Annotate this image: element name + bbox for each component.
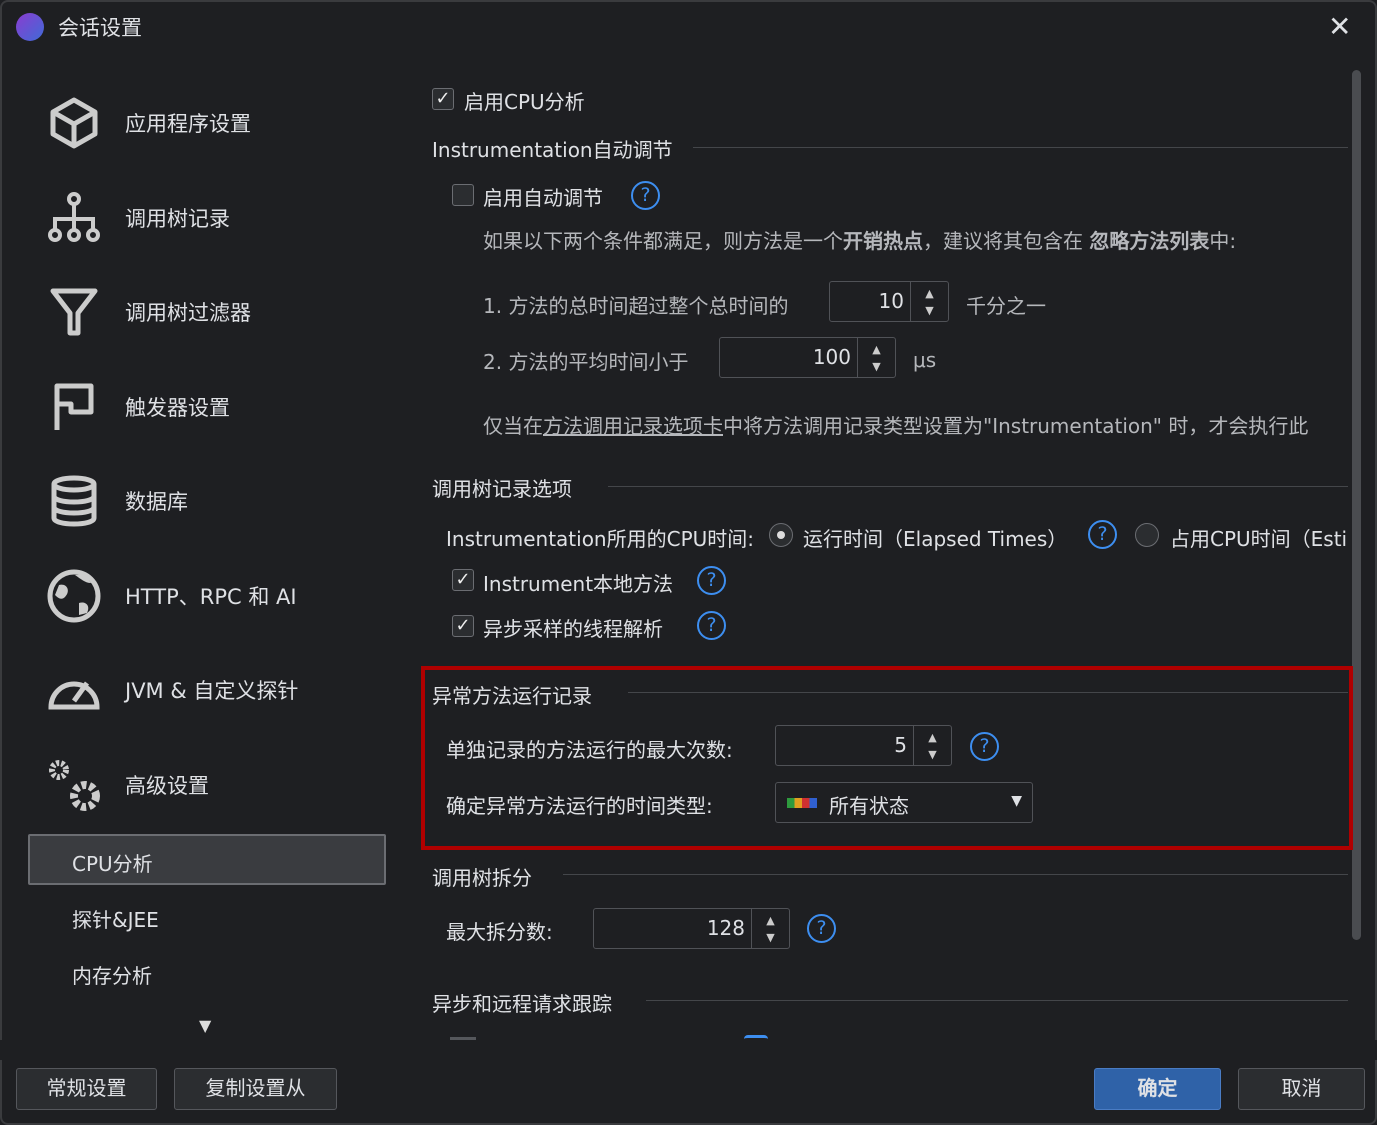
- sidebar-item-label: JVM & 自定义探针: [125, 679, 299, 703]
- sidebar-item-triggers[interactable]: 触发器设置: [45, 378, 230, 436]
- scrollbar[interactable]: [1352, 70, 1361, 940]
- thread-states-icon: [787, 798, 817, 808]
- sidebar-item-label: 高级设置: [125, 774, 209, 798]
- help-icon[interactable]: ?: [631, 181, 660, 210]
- sidebar-item-jvm-probes[interactable]: JVM & 自定义探针: [45, 661, 298, 719]
- elapsed-times-label: 运行时间（Elapsed Times）: [803, 527, 1068, 551]
- chevron-down-icon: ▼: [1011, 793, 1022, 809]
- instrumentation-note: 仅当在方法调用记录选项卡中将方法调用记录类型设置为"Instrumentatio…: [483, 414, 1309, 438]
- condition-1-unit: 千分之一: [966, 294, 1046, 318]
- sidebar-item-label: 调用树记录: [125, 207, 230, 231]
- sidebar-item-call-tree-recording[interactable]: 调用树记录: [45, 189, 230, 247]
- cpu-time-radio[interactable]: [1135, 523, 1159, 547]
- gauge-icon: [48, 681, 100, 710]
- section-call-tree-options: 调用树记录选项: [432, 477, 572, 501]
- sidebar-item-app-settings[interactable]: 应用程序设置: [45, 94, 251, 152]
- section-outlier-recording: 异常方法运行记录: [432, 684, 592, 708]
- instrument-native-checkbox[interactable]: ✓: [452, 569, 474, 591]
- flag-icon: [54, 383, 94, 430]
- scroll-down-icon[interactable]: ▼: [199, 1016, 211, 1035]
- auto-tune-description: 如果以下两个条件都满足，则方法是一个开销热点，建议将其包含在 忽略方法列表中:: [483, 229, 1237, 253]
- section-async-tracking: 异步和远程请求跟踪: [432, 992, 612, 1016]
- max-splits-spinner[interactable]: 128 ▲ ▼: [593, 908, 790, 949]
- sidebar-item-label: 应用程序设置: [125, 112, 251, 136]
- cube-icon: [50, 97, 98, 149]
- dialog-window: [0, 0, 1377, 1125]
- sidebar-item-label: 数据库: [125, 490, 188, 514]
- max-runs-label: 单独记录的方法运行的最大次数:: [446, 738, 733, 762]
- cpu-time-label: Instrumentation所用的CPU时间:: [446, 527, 755, 551]
- gears-icon: [49, 760, 100, 811]
- spinner-arrows-icon[interactable]: ▲ ▼: [913, 726, 951, 765]
- sidebar-item-label: 触发器设置: [125, 396, 230, 420]
- database-icon: [51, 475, 97, 527]
- condition-2-unit: μs: [913, 348, 937, 372]
- enable-auto-tune-checkbox[interactable]: [452, 184, 474, 206]
- condition-1-label: 1. 方法的总时间超过整个总时间的: [483, 294, 789, 318]
- enable-cpu-label: 启用CPU分析: [464, 90, 585, 114]
- sidebar-subitem-memory[interactable]: 内存分析: [72, 960, 152, 989]
- cpu-time-option-label: 占用CPU时间（Esti: [1170, 527, 1347, 551]
- condition-2-spinner[interactable]: 100 ▲ ▼: [719, 337, 896, 378]
- max-runs-spinner[interactable]: 5 ▲ ▼: [775, 725, 952, 766]
- sidebar-item-advanced[interactable]: 高级设置: [45, 756, 209, 814]
- spinner-arrows-icon[interactable]: ▲ ▼: [857, 338, 895, 377]
- copy-settings-button[interactable]: 复制设置从: [174, 1068, 337, 1110]
- help-icon[interactable]: ?: [970, 732, 999, 761]
- help-icon[interactable]: ?: [697, 611, 726, 640]
- ok-button[interactable]: 确定: [1094, 1068, 1221, 1110]
- spinner-arrows-icon[interactable]: ▲ ▼: [910, 282, 948, 321]
- elapsed-times-radio[interactable]: [769, 523, 793, 547]
- max-splits-label: 最大拆分数:: [446, 920, 553, 944]
- help-icon[interactable]: ?: [807, 914, 836, 943]
- sidebar-item-database[interactable]: 数据库: [45, 472, 188, 530]
- sidebar-item-http-rpc-ai[interactable]: HTTP、RPC 和 AI: [45, 567, 297, 625]
- help-icon[interactable]: ?: [1088, 520, 1117, 549]
- general-settings-button[interactable]: 常规设置: [16, 1068, 157, 1110]
- instrument-native-label: Instrument本地方法: [483, 572, 674, 596]
- sidebar-item-call-tree-filters[interactable]: 调用树过滤器: [45, 283, 251, 341]
- time-type-label: 确定异常方法运行的时间类型:: [446, 794, 713, 818]
- close-button[interactable]: ✕: [1328, 10, 1351, 43]
- app-logo-icon: [16, 13, 44, 41]
- condition-1-spinner[interactable]: 10 ▲ ▼: [829, 281, 949, 322]
- enable-cpu-checkbox[interactable]: ✓: [432, 88, 454, 110]
- spinner-arrows-icon[interactable]: ▲ ▼: [751, 909, 789, 948]
- sidebar-item-label: HTTP、RPC 和 AI: [125, 585, 297, 609]
- enable-auto-tune-label: 启用自动调节: [483, 186, 603, 210]
- time-type-value: 所有状态: [829, 794, 909, 818]
- help-icon[interactable]: ?: [697, 566, 726, 595]
- call-recording-tab-link[interactable]: 方法调用记录选项卡: [543, 414, 723, 438]
- async-sampling-label: 异步采样的线程解析: [483, 617, 663, 641]
- sidebar-subitem-cpu[interactable]: CPU分析: [72, 848, 153, 877]
- globe-icon: [47, 569, 101, 623]
- sidebar-subitem-probes[interactable]: 探针&JEE: [72, 904, 159, 933]
- dialog-title: 会话设置: [58, 16, 142, 40]
- condition-2-label: 2. 方法的平均时间小于: [483, 350, 689, 374]
- time-type-dropdown[interactable]: 所有状态 ▼: [775, 782, 1033, 823]
- tree-icon: [48, 192, 100, 242]
- cancel-button[interactable]: 取消: [1238, 1068, 1365, 1110]
- section-call-tree-splitting: 调用树拆分: [432, 866, 532, 890]
- filter-icon: [50, 288, 98, 336]
- async-sampling-checkbox[interactable]: ✓: [452, 615, 474, 637]
- sidebar-item-label: 调用树过滤器: [125, 301, 251, 325]
- section-auto-tune: Instrumentation自动调节: [432, 138, 673, 162]
